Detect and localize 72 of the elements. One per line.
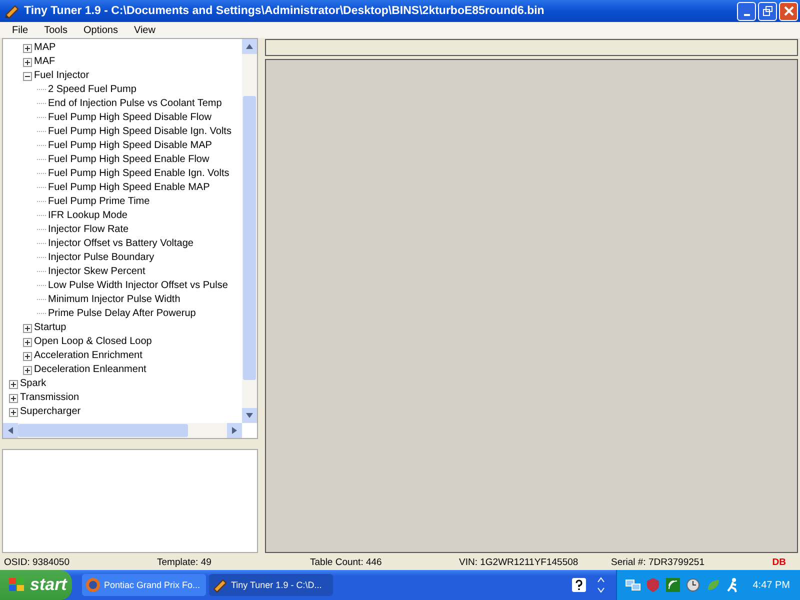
tree-item[interactable]: MAP <box>34 41 56 55</box>
expand-icon[interactable] <box>9 408 18 416</box>
tree-item[interactable]: Minimum Injector Pulse Width <box>48 293 180 307</box>
status-text: OSID: 9384050 <box>4 557 70 568</box>
status-text: VIN: 1G2WR1211YF145508 <box>459 557 580 568</box>
tree-item[interactable]: Startup <box>34 321 66 335</box>
up-arrow-icon[interactable] <box>246 44 253 49</box>
close-button[interactable] <box>779 2 798 20</box>
pencil-icon <box>4 3 20 19</box>
tree-item[interactable]: Low Pulse Width Injector Offset vs Pulse <box>48 279 228 293</box>
clock: 4:47 PM <box>752 580 790 590</box>
expand-icon[interactable] <box>23 338 32 346</box>
tree-item[interactable]: Transmission <box>20 391 80 405</box>
tree-item[interactable]: Deceleration Enleanment <box>34 363 146 377</box>
tree-item[interactable]: Fuel Pump High Speed Enable Ign. Volts <box>48 167 230 181</box>
network-icon[interactable] <box>624 577 641 593</box>
tree-item[interactable]: 2 Speed Fuel Pump <box>48 83 136 97</box>
expand-icon[interactable] <box>23 366 32 374</box>
status-text: DB <box>772 557 786 568</box>
tree-item[interactable]: Fuel Pump High Speed Disable Flow <box>48 111 212 125</box>
expand-icon[interactable] <box>23 44 32 52</box>
tree-item[interactable]: Fuel Pump High Speed Disable Ign. Volts <box>48 125 232 139</box>
menu-item[interactable]: Tools <box>36 24 76 36</box>
down-arrow-icon[interactable] <box>246 413 253 418</box>
status-text: Template: 49 <box>157 557 212 568</box>
tree-item[interactable]: Supercharger <box>20 405 81 419</box>
tree-item[interactable]: Open Loop & Closed Loop <box>34 335 152 349</box>
menu-item[interactable]: File <box>4 24 36 36</box>
expand-icon[interactable] <box>23 352 32 360</box>
collapse-icon[interactable] <box>23 72 32 80</box>
taskbar-button[interactable]: Pontiac Grand Prix Fo... <box>82 574 206 596</box>
menu-item[interactable]: Options <box>75 24 126 36</box>
expand-icon[interactable] <box>9 380 18 388</box>
status-text: Table Count: 446 <box>310 557 383 568</box>
globe-icon <box>85 577 101 593</box>
help-icon[interactable] <box>572 578 586 592</box>
tree-item[interactable]: IFR Lookup Mode <box>48 209 128 223</box>
pencil-icon <box>212 577 228 593</box>
expand-icon[interactable] <box>23 58 32 66</box>
tree-item[interactable]: Fuel Pump High Speed Enable MAP <box>48 181 210 195</box>
restore-button[interactable] <box>758 2 777 20</box>
tree-item[interactable]: Injector Flow Rate <box>48 223 129 237</box>
left-arrow-icon[interactable] <box>8 427 13 434</box>
tree-item[interactable]: Fuel Pump High Speed Enable Flow <box>48 153 210 167</box>
signal-icon[interactable] <box>664 577 681 593</box>
tree-item[interactable]: Injector Skew Percent <box>48 265 146 279</box>
expand-icon[interactable] <box>23 324 32 332</box>
minimize-button[interactable] <box>737 2 756 20</box>
restore-icon <box>762 6 772 16</box>
menu-item[interactable]: View <box>126 24 164 36</box>
window-title: Tiny Tuner 1.9 - C:\Documents and Settings\Administrator\Desktop\BINS\2kturboE85round6.bin <box>24 5 546 17</box>
horizontal-scrollbar[interactable] <box>3 423 242 438</box>
tree-item[interactable]: End of Injection Pulse vs Coolant Temp <box>48 97 222 111</box>
double-arrow-icon[interactable] <box>596 576 606 594</box>
clock-icon[interactable] <box>684 577 701 593</box>
tree-item[interactable]: Spark <box>20 377 46 391</box>
right-arrow-icon[interactable] <box>232 427 237 434</box>
taskbar-button[interactable]: Tiny Tuner 1.9 - C:\D... <box>209 574 333 596</box>
tree-item[interactable]: MAF <box>34 55 56 69</box>
vertical-scrollbar[interactable] <box>242 39 257 423</box>
tree-item[interactable]: Fuel Pump High Speed Disable MAP <box>48 139 212 153</box>
tree-item[interactable]: Acceleration Enrichment <box>34 349 142 363</box>
tree-item[interactable]: Injector Pulse Boundary <box>48 251 154 265</box>
windows-logo-icon <box>8 577 26 593</box>
status-text: Serial #: 7DR3799251 <box>611 557 706 568</box>
minimize-icon <box>744 14 750 16</box>
tree-item[interactable]: Prime Pulse Delay After Powerup <box>48 307 196 321</box>
tree-item[interactable]: Injector Offset vs Battery Voltage <box>48 237 194 251</box>
expand-icon[interactable] <box>9 394 18 402</box>
close-icon <box>784 6 794 16</box>
tree-item[interactable]: Fuel Injector <box>34 69 90 83</box>
tree-item[interactable]: Fuel Pump Prime Time <box>48 195 150 209</box>
